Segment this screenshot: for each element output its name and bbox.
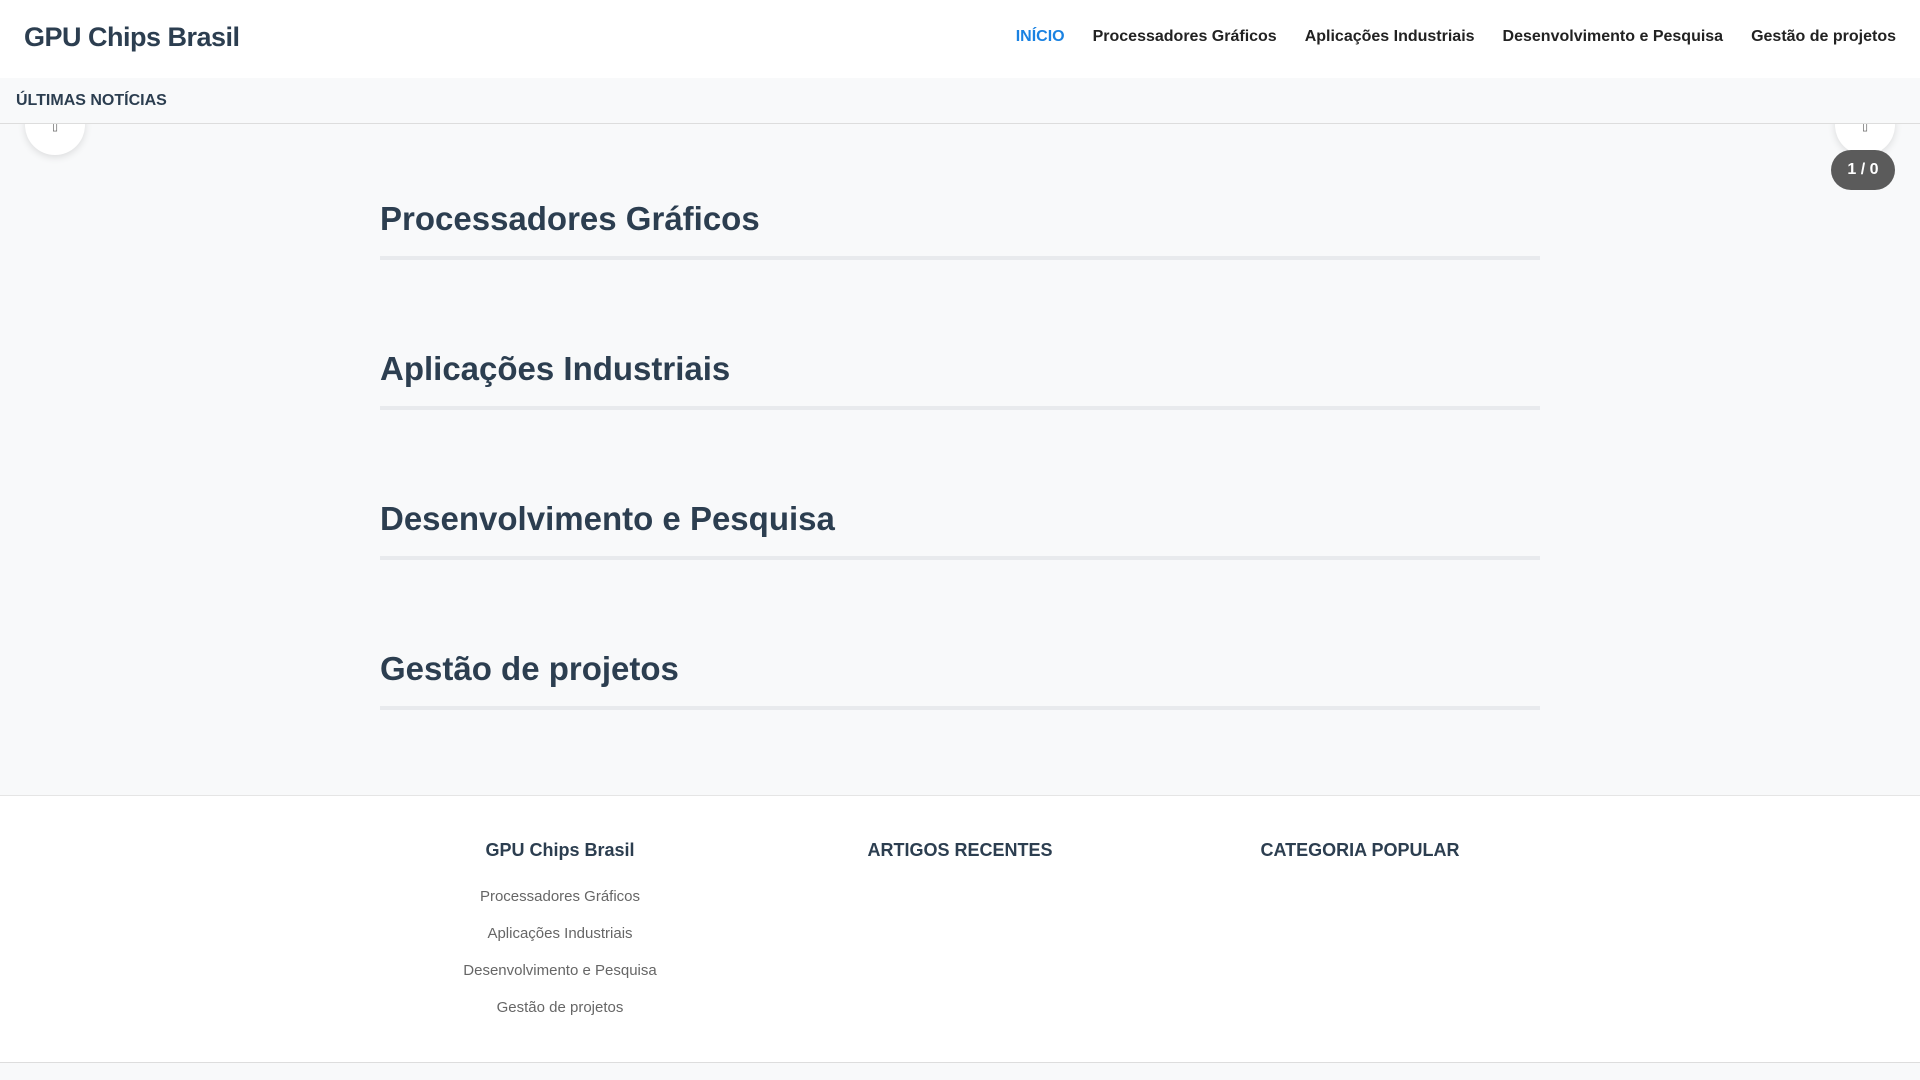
nav-processadores[interactable]: Processadores Gráficos (1093, 28, 1277, 46)
site-footer: GPU Chips Brasil Processadores Gráficos … (0, 795, 1920, 1063)
footer-link[interactable]: Gestão de projetos (360, 997, 760, 1034)
section-gestao: Gestão de projetos (380, 650, 1540, 710)
site-logo[interactable]: GPU Chips Brasil (24, 22, 240, 53)
slide-counter: 1 / 0 (1831, 150, 1895, 190)
section-processadores: Processadores Gráficos (380, 200, 1540, 260)
footer-col-recent: ARTIGOS RECENTES (760, 840, 1160, 886)
site-header: GPU Chips Brasil INÍCIO Processadores Gr… (0, 0, 1920, 78)
section-title: Aplicações Industriais (380, 350, 731, 387)
footer-link[interactable]: Aplicações Industriais (360, 923, 760, 960)
footer-col-about: GPU Chips Brasil Processadores Gráficos … (360, 840, 760, 1034)
footer-title: ARTIGOS RECENTES (867, 840, 1053, 860)
footer-title: CATEGORIA POPULAR (1260, 840, 1460, 860)
footer-col-popular: CATEGORIA POPULAR (1160, 840, 1560, 886)
section-aplicacoes: Aplicações Industriais (380, 350, 1540, 410)
main-nav: INÍCIO Processadores Gráficos Aplicações… (1016, 28, 1896, 46)
news-ticker: ÚLTIMAS NOTÍCIAS (0, 78, 1920, 124)
section-desenvolvimento: Desenvolvimento e Pesquisa (380, 500, 1540, 560)
nav-aplicacoes[interactable]: Aplicações Industriais (1305, 28, 1475, 46)
footer-link[interactable]: Processadores Gráficos (360, 886, 760, 923)
nav-gestao[interactable]: Gestão de projetos (1751, 28, 1896, 46)
section-title: Processadores Gráficos (380, 200, 760, 237)
section-title: Gestão de projetos (380, 650, 679, 687)
footer-title: GPU Chips Brasil (485, 840, 635, 860)
section-title: Desenvolvimento e Pesquisa (380, 500, 835, 537)
footer-link[interactable]: Desenvolvimento e Pesquisa (360, 960, 760, 997)
nav-inicio[interactable]: INÍCIO (1016, 28, 1065, 46)
nav-desenvolvimento[interactable]: Desenvolvimento e Pesquisa (1503, 28, 1724, 46)
ticker-label: ÚLTIMAS NOTÍCIAS (16, 92, 167, 109)
